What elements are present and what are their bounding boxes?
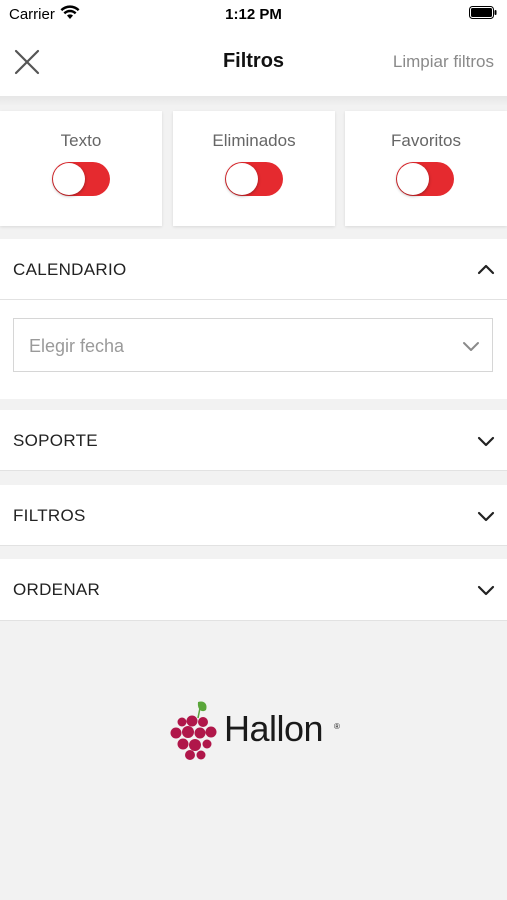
toggle-knob xyxy=(53,163,85,195)
date-picker[interactable]: Elegir fecha xyxy=(13,318,493,372)
registered-mark: ® xyxy=(334,722,340,731)
chevron-down-icon xyxy=(477,436,495,447)
divider xyxy=(0,545,507,546)
filtros-label: FILTROS xyxy=(13,506,86,525)
grape-logo-icon xyxy=(170,701,217,760)
hallon-logo: Hallon ® xyxy=(168,698,348,762)
battery-icon xyxy=(469,6,497,19)
date-placeholder: Elegir fecha xyxy=(29,336,125,356)
toggle-label-texto: Texto xyxy=(60,131,102,150)
nav-bar: Filtros Limpiar filtros xyxy=(0,28,507,96)
logo-text: Hallon xyxy=(224,708,324,749)
toggle-label-favoritos: Favoritos xyxy=(391,131,461,150)
toggle-knob xyxy=(226,163,258,195)
chevron-down-icon xyxy=(477,511,495,522)
chevron-up-icon xyxy=(477,264,495,275)
divider xyxy=(0,470,507,471)
nav-shadow xyxy=(0,96,507,106)
soporte-label: SOPORTE xyxy=(13,431,98,450)
toggle-card-eliminados: Eliminados xyxy=(173,111,335,226)
status-bar: Carrier 1:12 PM xyxy=(0,0,507,28)
clear-filters-button[interactable]: Limpiar filtros xyxy=(393,52,494,72)
favoritos-toggle[interactable] xyxy=(396,162,454,196)
clock-time: 1:12 PM xyxy=(225,6,282,23)
eliminados-toggle[interactable] xyxy=(225,162,283,196)
toggle-label-eliminados: Eliminados xyxy=(212,131,296,150)
toggle-knob xyxy=(397,163,429,195)
calendario-header[interactable]: CALENDARIO xyxy=(0,239,507,299)
filtros-section[interactable]: FILTROS xyxy=(0,485,507,546)
ordenar-section[interactable]: ORDENAR xyxy=(0,559,507,621)
calendario-label: CALENDARIO xyxy=(13,260,127,279)
toggle-card-favoritos: Favoritos xyxy=(345,111,507,226)
texto-toggle[interactable] xyxy=(52,162,110,196)
soporte-section[interactable]: SOPORTE xyxy=(0,410,507,471)
divider xyxy=(0,620,507,621)
divider xyxy=(0,299,507,300)
toggle-card-texto: Texto xyxy=(0,111,162,226)
chevron-down-icon xyxy=(463,342,479,351)
ordenar-label: ORDENAR xyxy=(13,580,101,599)
chevron-down-icon xyxy=(477,585,495,596)
